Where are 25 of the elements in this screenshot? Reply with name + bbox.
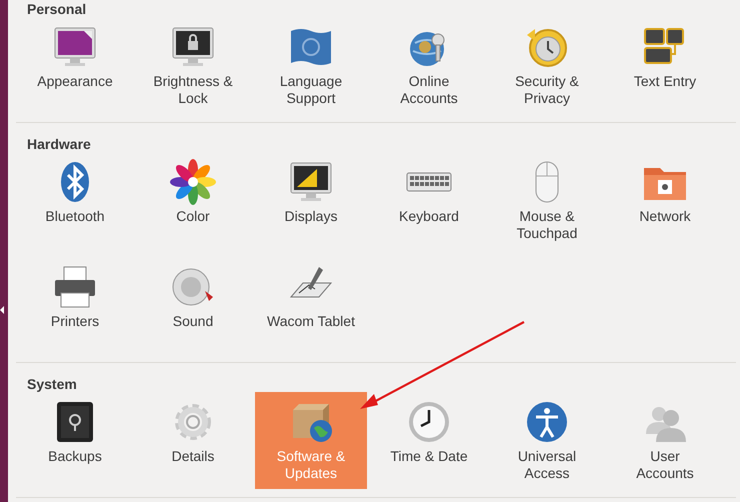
- settings-item[interactable]: Mouse & Touchpad: [491, 152, 603, 249]
- section-heading: System: [26, 375, 78, 392]
- settings-item[interactable]: Brightness & Lock: [137, 17, 249, 114]
- settings-item[interactable]: Network: [609, 152, 721, 249]
- settings-item[interactable]: Printers: [19, 257, 131, 354]
- settings-item[interactable]: Bluetooth: [19, 152, 131, 249]
- settings-item[interactable]: Keyboard: [373, 152, 485, 249]
- settings-item[interactable]: Language Support: [255, 17, 367, 114]
- settings-item[interactable]: Backups: [19, 392, 131, 489]
- settings-item[interactable]: Color: [137, 152, 249, 249]
- settings-item[interactable]: Details: [137, 392, 249, 489]
- settings-item[interactable]: Text Entry: [609, 17, 721, 114]
- flower-icon: [169, 158, 217, 206]
- settings-item[interactable]: Wacom Tablet: [255, 257, 367, 354]
- settings-item[interactable]: Time & Date: [373, 392, 485, 489]
- section-heading: Hardware: [26, 135, 92, 152]
- triangle-icon: [0, 306, 4, 314]
- settings-item[interactable]: Online Accounts: [373, 17, 485, 114]
- settings-item[interactable]: Universal Access: [491, 392, 603, 489]
- settings-item[interactable]: Displays: [255, 152, 367, 249]
- settings-item[interactable]: Appearance: [19, 17, 131, 114]
- section-heading: Personal: [26, 0, 88, 17]
- settings-item[interactable]: User Accounts: [609, 392, 721, 489]
- settings-item[interactable]: Security & Privacy: [491, 17, 603, 114]
- settings-item[interactable]: Sound: [137, 257, 249, 354]
